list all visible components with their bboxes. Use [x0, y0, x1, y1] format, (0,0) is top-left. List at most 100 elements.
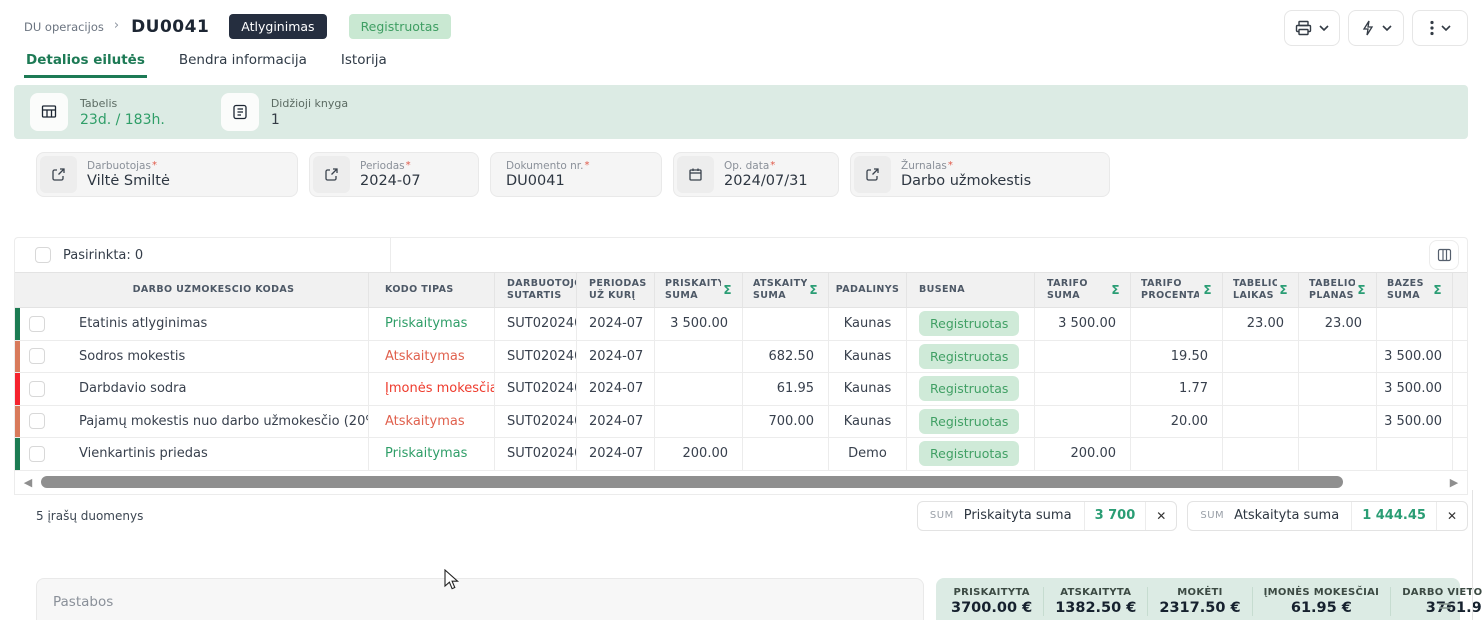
cell-tariff_sum: [1035, 373, 1131, 405]
sum-tag: SUM: [918, 510, 964, 521]
column-header-label: KODO TIPAS: [385, 284, 454, 296]
flash-icon: [1361, 20, 1375, 36]
cell-timesheet_time: [1223, 406, 1299, 438]
field-label: Op. data*: [724, 160, 808, 172]
op-data-field[interactable]: Op. data* 2024/07/31: [673, 152, 839, 197]
lines-grid: Pasirinkta: 0 DARBO UŽMOKESČIO KODASKODO…: [14, 237, 1468, 495]
zurnalas-field[interactable]: Žurnalas* Darbo užmokestis: [850, 152, 1110, 197]
row-checkbox[interactable]: [29, 413, 45, 429]
periodas-field[interactable]: Periodas* 2024-07: [309, 152, 479, 197]
column-header-type[interactable]: KODO TIPAS: [369, 273, 495, 307]
row-status-badge: Registruotas: [919, 344, 1019, 369]
external-link-icon[interactable]: [40, 156, 77, 193]
cell-tariff_sum: [1035, 341, 1131, 373]
tab-bendra-informacija[interactable]: Bendra informacija: [177, 48, 309, 78]
column-settings-button[interactable]: [1429, 240, 1459, 270]
table-row[interactable]: Pajamų mokestis nuo darbo užmokesčio (20…: [15, 406, 1467, 439]
cell-status: Registruotas: [907, 438, 1035, 470]
cell-type: Priskaitymas: [369, 438, 495, 470]
ledger-icon: [221, 93, 259, 131]
drag-handle-icon[interactable]: [1438, 596, 1452, 615]
tab-detalios-eilutes[interactable]: Detalios eilutės: [24, 48, 147, 78]
scroll-right-icon[interactable]: ▶: [1447, 477, 1461, 488]
sum-sigma-icon[interactable]: Σ: [723, 283, 742, 297]
scroll-left-icon[interactable]: ◀: [21, 477, 35, 488]
cell-period: 2024-07: [577, 373, 655, 405]
cell-tariff_pct: 19.50: [1131, 341, 1223, 373]
cell-code: Etatinis atlyginimas: [59, 308, 369, 340]
sum-sigma-icon[interactable]: Σ: [809, 283, 828, 297]
select-all-checkbox[interactable]: [35, 247, 51, 263]
table-row[interactable]: Vienkartinis priedasPriskaitymasSUT02024…: [15, 438, 1467, 471]
sum-sigma-icon[interactable]: Σ: [1433, 283, 1452, 297]
cell-spacer: [1453, 341, 1468, 373]
kebab-icon: [1430, 20, 1434, 36]
cell-timesheet_plan: [1299, 406, 1377, 438]
cell-spacer: [1453, 373, 1468, 405]
more-menu-button[interactable]: [1412, 10, 1468, 46]
sum-sigma-icon[interactable]: Σ: [1279, 283, 1298, 297]
column-header-code[interactable]: DARBO UŽMOKESČIO KODAS: [59, 273, 369, 307]
aggregate-chips: SUM Priskaityta suma 3 700 ✕ SUM Atskait…: [917, 501, 1468, 531]
header-checkbox-spacer: [15, 273, 59, 307]
table-row[interactable]: Darbdavio sodraĮmonės mokesčiaiSUT020240…: [15, 373, 1467, 406]
totals-panel: PRISKAITYTA 3700.00 € ATSKAITYTA 1382.50…: [936, 578, 1460, 620]
external-link-icon[interactable]: [854, 156, 891, 193]
print-menu-button[interactable]: [1284, 10, 1340, 46]
row-status-badge: Registruotas: [919, 409, 1019, 434]
tab-istorija[interactable]: Istorija: [339, 48, 389, 78]
cell-tariff_pct: 20.00: [1131, 406, 1223, 438]
column-header-label: ATSKAITYTA SUMA: [753, 278, 807, 302]
calendar-icon[interactable]: [677, 156, 714, 193]
row-checkbox[interactable]: [29, 446, 45, 462]
row-checkbox[interactable]: [29, 316, 45, 332]
actions-menu-button[interactable]: [1348, 10, 1404, 46]
sum-tag: SUM: [1188, 510, 1234, 521]
darbuotojas-field[interactable]: Darbuotojas* Viltė Smiltė: [36, 152, 298, 197]
external-link-icon[interactable]: [313, 156, 350, 193]
column-header-timesheet_time[interactable]: TABELIO LAIKASΣ: [1223, 273, 1299, 307]
column-header-tariff_pct[interactable]: TARIFO PROCENTASΣ: [1131, 273, 1223, 307]
cell-tariff_sum: 3 500.00: [1035, 308, 1131, 340]
pastabos-input[interactable]: [36, 578, 924, 620]
scrollbar-track[interactable]: [41, 475, 1441, 489]
breadcrumb-section[interactable]: DU operacijos: [24, 20, 104, 34]
table-row[interactable]: Etatinis atlyginimasPriskaitymasSUT02024…: [15, 308, 1467, 341]
column-header-timesheet_plan[interactable]: TABELIO PLANASΣ: [1299, 273, 1377, 307]
sum-sigma-icon[interactable]: Σ: [1203, 283, 1222, 297]
tabelis-tile[interactable]: Tabelis 23d. / 183h.: [30, 93, 165, 131]
cell-timesheet_time: [1223, 373, 1299, 405]
close-icon[interactable]: ✕: [1145, 502, 1176, 530]
row-status-badge: Registruotas: [919, 441, 1019, 466]
column-header-tariff_sum[interactable]: TARIFO SUMAΣ: [1035, 273, 1131, 307]
columns-icon: [1437, 248, 1452, 262]
row-checkbox[interactable]: [29, 348, 45, 364]
toolbar: [1284, 10, 1468, 46]
column-header-contract[interactable]: DARBUOTOJO SUTARTIS: [495, 273, 577, 307]
total-imones-mokesciai: ĮMONĖS MOKESČIAI 61.95 €: [1253, 587, 1392, 616]
top-bar: DU operacijos › DU0041 Atlyginimas Regis…: [0, 0, 1482, 46]
cell-code: Pajamų mokestis nuo darbo užmokesčio (20…: [59, 406, 369, 438]
horizontal-scrollbar: ◀ ▶: [15, 471, 1467, 494]
column-header-department[interactable]: PADALINYS: [829, 273, 907, 307]
field-label: Žurnalas*: [901, 160, 1031, 172]
cell-department: Kaunas: [829, 373, 907, 405]
cell-accrued: [655, 341, 743, 373]
dokumento-nr-field[interactable]: Dokumento nr.* DU0041: [490, 152, 662, 197]
column-header-deducted[interactable]: ATSKAITYTA SUMAΣ: [743, 273, 829, 307]
column-header-period[interactable]: PERIODAS UŽ KURĮ: [577, 273, 655, 307]
sum-sigma-icon[interactable]: Σ: [1357, 283, 1376, 297]
column-header-status[interactable]: BŪSENA: [907, 273, 1035, 307]
didzioji-knyga-tile[interactable]: Didžioji knyga 1: [221, 93, 348, 131]
table-row[interactable]: Sodros mokestisAtskaitymasSUT0202402024-…: [15, 341, 1467, 374]
cell-accrued: 200.00: [655, 438, 743, 470]
scrollbar-thumb[interactable]: [41, 476, 1343, 488]
close-icon[interactable]: ✕: [1436, 502, 1467, 530]
sum-sigma-icon[interactable]: Σ: [1111, 283, 1130, 297]
cell-period: 2024-07: [577, 406, 655, 438]
column-header-accrued[interactable]: PRISKAITYTA SUMAΣ: [655, 273, 743, 307]
row-checkbox[interactable]: [29, 381, 45, 397]
column-header-base_sum[interactable]: BAZĖS SUMAΣ: [1377, 273, 1453, 307]
column-header-label: TABELIO LAIKAS: [1233, 278, 1277, 302]
column-header-spacer[interactable]: [1453, 273, 1468, 307]
